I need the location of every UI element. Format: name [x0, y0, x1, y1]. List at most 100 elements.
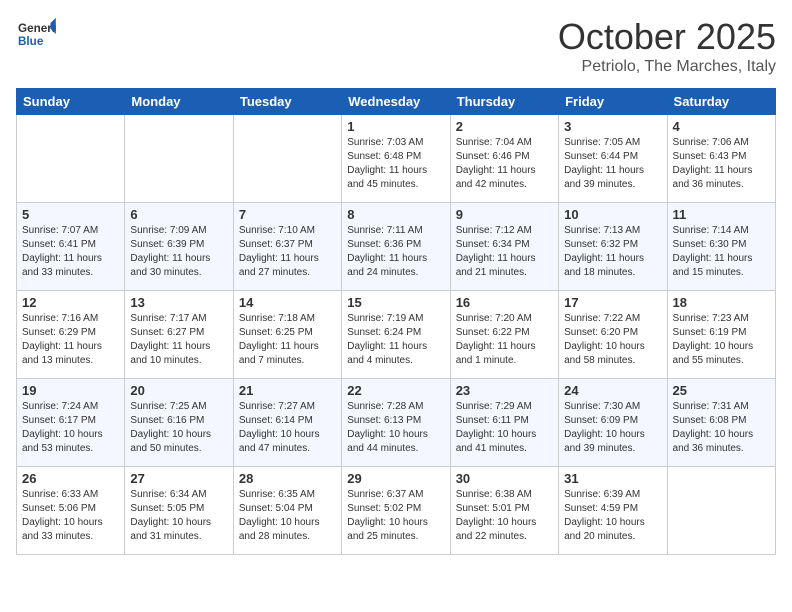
- day-info: Sunrise: 7:14 AM Sunset: 6:30 PM Dayligh…: [673, 224, 770, 280]
- day-cell: [125, 115, 233, 203]
- day-info: Sunrise: 7:22 AM Sunset: 6:20 PM Dayligh…: [564, 312, 661, 368]
- day-cell: 9 Sunrise: 7:12 AM Sunset: 6:34 PM Daylig…: [450, 203, 558, 291]
- day-cell: 4Sunrise: 7:06 AM Sunset: 6:43 PM Daylig…: [667, 115, 775, 203]
- day-number: 22: [347, 383, 444, 398]
- day-info: Sunrise: 6:35 AM Sunset: 5:04 PM Dayligh…: [239, 488, 336, 544]
- day-cell: 27 Sunrise: 6:34 AM Sunset: 5:05 PM Dayli…: [125, 467, 233, 555]
- day-info: Sunrise: 7:10 AM Sunset: 6:37 PM Dayligh…: [239, 224, 336, 280]
- day-info: Sunrise: 7:11 AM Sunset: 6:36 PM Dayligh…: [347, 224, 444, 280]
- day-cell: 23 Sunrise: 7:29 AM Sunset: 6:11 PM Dayli…: [450, 379, 558, 467]
- day-cell: 3 Sunrise: 7:05 AM Sunset: 6:44 PM Daylig…: [559, 115, 667, 203]
- day-cell: 24Sunrise: 7:30 AM Sunset: 6:09 PM Dayli…: [559, 379, 667, 467]
- day-info: Sunrise: 7:23 AM Sunset: 6:19 PM Dayligh…: [673, 312, 770, 368]
- day-cell: 10 Sunrise: 7:13 AM Sunset: 6:32 PM Dayli…: [559, 203, 667, 291]
- day-number: 5: [22, 207, 119, 222]
- day-cell: 31 Sunrise: 6:39 AM Sunset: 4:59 PM Dayli…: [559, 467, 667, 555]
- day-cell: 26Sunrise: 6:33 AM Sunset: 5:06 PM Dayli…: [17, 467, 125, 555]
- day-number: 23: [456, 383, 553, 398]
- day-cell: 17 Sunrise: 7:22 AM Sunset: 6:20 PM Dayli…: [559, 291, 667, 379]
- col-header-sunday: Sunday: [17, 89, 125, 115]
- month-title: October 2025: [558, 16, 776, 58]
- day-cell: 12 Sunrise: 7:16 AM Sunset: 6:29 PM Dayli…: [17, 291, 125, 379]
- col-header-friday: Friday: [559, 89, 667, 115]
- col-header-wednesday: Wednesday: [342, 89, 450, 115]
- day-number: 29: [347, 471, 444, 486]
- day-cell: 1 Sunrise: 7:03 AM Sunset: 6:48 PM Daylig…: [342, 115, 450, 203]
- day-number: 10: [564, 207, 661, 222]
- day-info: Sunrise: 6:39 AM Sunset: 4:59 PM Dayligh…: [564, 488, 661, 544]
- day-info: Sunrise: 6:38 AM Sunset: 5:01 PM Dayligh…: [456, 488, 553, 544]
- day-number: 20: [130, 383, 227, 398]
- day-cell: 30 Sunrise: 6:38 AM Sunset: 5:01 PM Dayli…: [450, 467, 558, 555]
- day-number: 27: [130, 471, 227, 486]
- day-info: Sunrise: 7:19 AM Sunset: 6:24 PM Dayligh…: [347, 312, 444, 368]
- day-cell: [17, 115, 125, 203]
- day-info: Sunrise: 7:07 AM Sunset: 6:41 PM Dayligh…: [22, 224, 119, 280]
- day-number: 28: [239, 471, 336, 486]
- day-cell: [667, 467, 775, 555]
- day-number: 25: [673, 383, 770, 398]
- day-number: 6: [130, 207, 227, 222]
- logo-icon: General Blue: [16, 16, 56, 52]
- day-cell: 11 Sunrise: 7:14 AM Sunset: 6:30 PM Dayli…: [667, 203, 775, 291]
- day-cell: 15 Sunrise: 7:19 AM Sunset: 6:24 PM Dayli…: [342, 291, 450, 379]
- week-row-1: 1 Sunrise: 7:03 AM Sunset: 6:48 PM Daylig…: [17, 115, 776, 203]
- day-number: 19: [22, 383, 119, 398]
- svg-text:Blue: Blue: [18, 35, 44, 48]
- day-info: Sunrise: 7:30 AM Sunset: 6:09 PM Dayligh…: [564, 400, 661, 456]
- day-info: Sunrise: 7:20 AM Sunset: 6:22 PM Dayligh…: [456, 312, 553, 368]
- day-number: 15: [347, 295, 444, 310]
- location: Petriolo, The Marches, Italy: [558, 58, 776, 76]
- page-header: General Blue October 2025 Petriolo, The …: [16, 16, 776, 76]
- day-info: Sunrise: 7:27 AM Sunset: 6:14 PM Dayligh…: [239, 400, 336, 456]
- day-info: Sunrise: 7:31 AM Sunset: 6:08 PM Dayligh…: [673, 400, 770, 456]
- week-row-2: 5 Sunrise: 7:07 AM Sunset: 6:41 PM Daylig…: [17, 203, 776, 291]
- day-info: Sunrise: 7:29 AM Sunset: 6:11 PM Dayligh…: [456, 400, 553, 456]
- col-header-saturday: Saturday: [667, 89, 775, 115]
- day-info: Sunrise: 6:33 AM Sunset: 5:06 PM Dayligh…: [22, 488, 119, 544]
- day-number: 11: [673, 207, 770, 222]
- day-cell: 29Sunrise: 6:37 AM Sunset: 5:02 PM Dayli…: [342, 467, 450, 555]
- week-row-4: 19 Sunrise: 7:24 AM Sunset: 6:17 PM Dayli…: [17, 379, 776, 467]
- day-number: 30: [456, 471, 553, 486]
- day-info: Sunrise: 7:04 AM Sunset: 6:46 PM Dayligh…: [456, 136, 553, 192]
- day-info: Sunrise: 7:13 AM Sunset: 6:32 PM Dayligh…: [564, 224, 661, 280]
- day-info: Sunrise: 7:12 AM Sunset: 6:34 PM Dayligh…: [456, 224, 553, 280]
- day-number: 1: [347, 119, 444, 134]
- day-cell: 6 Sunrise: 7:09 AM Sunset: 6:39 PM Daylig…: [125, 203, 233, 291]
- day-cell: 28 Sunrise: 6:35 AM Sunset: 5:04 PM Dayli…: [233, 467, 341, 555]
- day-cell: 16 Sunrise: 7:20 AM Sunset: 6:22 PM Dayli…: [450, 291, 558, 379]
- day-info: Sunrise: 7:24 AM Sunset: 6:17 PM Dayligh…: [22, 400, 119, 456]
- day-cell: 7 Sunrise: 7:10 AM Sunset: 6:37 PM Daylig…: [233, 203, 341, 291]
- day-cell: 5 Sunrise: 7:07 AM Sunset: 6:41 PM Daylig…: [17, 203, 125, 291]
- day-info: Sunrise: 7:03 AM Sunset: 6:48 PM Dayligh…: [347, 136, 444, 192]
- day-cell: [233, 115, 341, 203]
- day-info: Sunrise: 7:16 AM Sunset: 6:29 PM Dayligh…: [22, 312, 119, 368]
- day-info: Sunrise: 7:09 AM Sunset: 6:39 PM Dayligh…: [130, 224, 227, 280]
- day-number: 14: [239, 295, 336, 310]
- day-info: Sunrise: 6:34 AM Sunset: 5:05 PM Dayligh…: [130, 488, 227, 544]
- day-number: 2: [456, 119, 553, 134]
- day-cell: 19 Sunrise: 7:24 AM Sunset: 6:17 PM Dayli…: [17, 379, 125, 467]
- title-block: October 2025 Petriolo, The Marches, Ital…: [558, 16, 776, 76]
- day-number: 17: [564, 295, 661, 310]
- day-number: 31: [564, 471, 661, 486]
- svg-text:General: General: [18, 22, 56, 35]
- week-row-5: 26Sunrise: 6:33 AM Sunset: 5:06 PM Dayli…: [17, 467, 776, 555]
- day-number: 18: [673, 295, 770, 310]
- day-cell: 2 Sunrise: 7:04 AM Sunset: 6:46 PM Daylig…: [450, 115, 558, 203]
- day-number: 3: [564, 119, 661, 134]
- day-number: 12: [22, 295, 119, 310]
- week-row-3: 12 Sunrise: 7:16 AM Sunset: 6:29 PM Dayli…: [17, 291, 776, 379]
- day-number: 7: [239, 207, 336, 222]
- header-row: SundayMondayTuesdayWednesdayThursdayFrid…: [17, 89, 776, 115]
- day-number: 16: [456, 295, 553, 310]
- day-cell: 8Sunrise: 7:11 AM Sunset: 6:36 PM Daylig…: [342, 203, 450, 291]
- day-cell: 18 Sunrise: 7:23 AM Sunset: 6:19 PM Dayli…: [667, 291, 775, 379]
- day-cell: 22Sunrise: 7:28 AM Sunset: 6:13 PM Dayli…: [342, 379, 450, 467]
- day-number: 9: [456, 207, 553, 222]
- day-info: Sunrise: 7:05 AM Sunset: 6:44 PM Dayligh…: [564, 136, 661, 192]
- day-info: Sunrise: 7:25 AM Sunset: 6:16 PM Dayligh…: [130, 400, 227, 456]
- col-header-thursday: Thursday: [450, 89, 558, 115]
- calendar-table: SundayMondayTuesdayWednesdayThursdayFrid…: [16, 88, 776, 555]
